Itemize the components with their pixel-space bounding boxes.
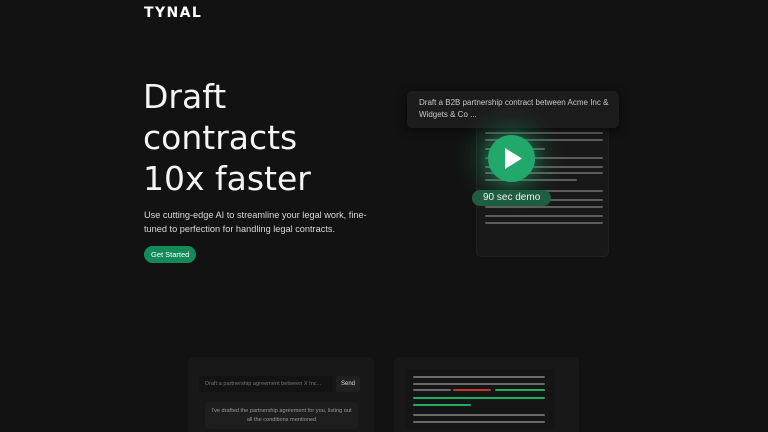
get-started-button[interactable]: Get Started — [144, 246, 197, 263]
brand-logo[interactable]: TYNAL — [144, 5, 202, 21]
chat-prompt-input[interactable] — [199, 376, 333, 392]
hero-title-line-1: Draft — [143, 77, 227, 116]
diff-line-unchanged — [413, 383, 545, 385]
diff-line-unchanged — [413, 421, 545, 423]
landing-page: TYNAL Draft contracts 10x faster Use cut… — [0, 0, 768, 432]
diff-line-unchanged — [413, 376, 545, 378]
hero-subtitle: Use cutting-edge AI to streamline your l… — [144, 210, 367, 234]
hero-title: Draft contracts 10x faster — [143, 76, 403, 199]
play-demo-button[interactable] — [488, 135, 535, 182]
play-icon — [505, 148, 522, 169]
diff-line-added — [495, 389, 545, 391]
send-button[interactable]: Send — [336, 376, 360, 392]
demo-duration-badge[interactable]: 90 sec demo — [472, 190, 552, 206]
diff-line-removed — [453, 389, 491, 391]
redline-diff-panel — [405, 369, 555, 429]
diff-line-added — [413, 397, 545, 399]
diff-line-added — [413, 404, 471, 406]
hero-title-line-3: 10x faster — [143, 159, 311, 198]
chat-reply-bubble: I've drafted the partnership agreement f… — [205, 402, 358, 429]
hero-title-line-2: contracts — [143, 118, 298, 157]
diff-line-unchanged — [413, 414, 545, 416]
diff-line-unchanged — [413, 389, 451, 391]
document-line — [485, 215, 603, 217]
document-line — [485, 222, 603, 224]
